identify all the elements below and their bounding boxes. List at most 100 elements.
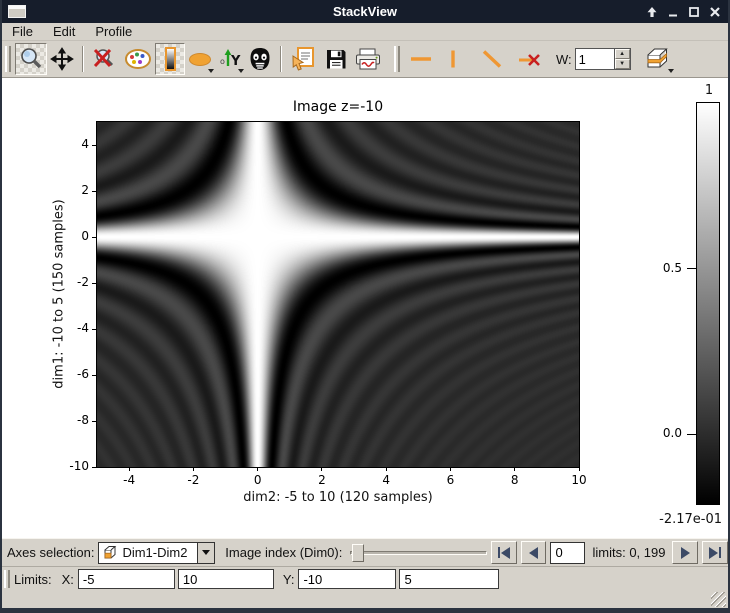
resize-grip[interactable]	[711, 592, 726, 607]
hline-profile-button[interactable]	[404, 43, 438, 75]
zoom-reset-button[interactable]	[89, 43, 121, 75]
maximize-button[interactable]	[687, 5, 701, 19]
last-frame-button[interactable]	[702, 541, 728, 564]
line-cross-icon	[517, 48, 547, 70]
line-profile-button[interactable]	[476, 43, 508, 75]
y-tick	[92, 467, 96, 468]
colormap-button[interactable]	[121, 43, 155, 75]
x-tick-label: 4	[371, 473, 401, 487]
previous-icon	[501, 547, 510, 559]
spin-up-button[interactable]: ▲	[615, 49, 630, 59]
clear-profile-button[interactable]	[514, 43, 550, 75]
toolbar-separator	[82, 46, 84, 72]
menu-edit[interactable]: Edit	[43, 23, 85, 41]
colorbar-toggle-button[interactable]	[155, 43, 185, 75]
x-axis-label: dim2: -5 to 10 (120 samples)	[243, 490, 432, 505]
y-axis-label: dim1: -10 to 5 (150 samples)	[52, 199, 67, 388]
menubar: File Edit Profile	[2, 23, 728, 41]
window-title: StackView	[0, 4, 730, 19]
shade-button[interactable]	[645, 5, 659, 19]
menu-profile[interactable]: Profile	[85, 23, 142, 41]
profile-width-spinbox: ▲ ▼	[575, 48, 631, 70]
image-index-label: Image index (Dim0):	[225, 545, 342, 560]
floppy-save-icon	[324, 47, 348, 71]
copy-button[interactable]	[287, 43, 321, 75]
frame-limits-label: limits: 0, 199	[592, 545, 665, 560]
svg-text:Y: Y	[230, 54, 241, 69]
plot-title: Image z=-10	[293, 99, 383, 115]
colorbar-tick	[687, 268, 696, 269]
x-min-input[interactable]	[78, 569, 175, 589]
ellipse-icon	[189, 53, 211, 66]
spin-down-button[interactable]: ▼	[615, 59, 630, 69]
first-icon	[498, 547, 500, 558]
y-autoscale-button[interactable]: o Y	[215, 43, 245, 75]
volume-slicing-button[interactable]	[639, 43, 675, 75]
x-tick	[514, 467, 515, 471]
x-tick	[321, 467, 322, 471]
up-arrow-icon	[646, 6, 658, 18]
y-tick-label: -10	[62, 459, 89, 473]
vline-profile-button[interactable]	[438, 43, 468, 75]
maximize-icon	[688, 6, 700, 18]
profile-width-label: W:	[556, 52, 572, 67]
previous-icon	[529, 547, 538, 559]
first-frame-button[interactable]	[491, 541, 517, 564]
image-index-slider[interactable]	[350, 542, 487, 564]
pan-arrows-icon	[50, 47, 74, 71]
previous-frame-button[interactable]	[521, 541, 547, 564]
stackview-window: StackView File Edit Profile	[0, 0, 730, 613]
y-min-input[interactable]	[298, 569, 396, 589]
roi-ellipse-button[interactable]	[185, 43, 215, 75]
vertical-line-icon	[442, 48, 464, 70]
x-max-input[interactable]	[178, 569, 274, 589]
cube-icon	[102, 545, 118, 560]
colorbar-min-label: -2.17e-01	[620, 512, 722, 527]
limits-label: Limits:	[14, 572, 52, 587]
x-tick-label: 2	[307, 473, 337, 487]
pan-mode-button[interactable]	[47, 43, 77, 75]
dropdown-arrow-icon	[668, 69, 674, 73]
frame-index-input[interactable]	[550, 542, 585, 564]
mask-tool-button[interactable]	[245, 43, 275, 75]
x-tick-label: 6	[435, 473, 465, 487]
x-tick	[193, 467, 194, 471]
toolbar-grip[interactable]	[5, 46, 11, 72]
zoom-mode-button[interactable]	[15, 43, 47, 75]
colorbar-tick-label: 0.0	[642, 426, 682, 440]
minimize-icon	[667, 6, 679, 18]
print-button[interactable]	[351, 43, 385, 75]
slider-groove[interactable]	[350, 551, 487, 555]
y-max-input[interactable]	[399, 569, 499, 589]
svg-text:o: o	[220, 57, 225, 66]
palette-icon	[124, 47, 152, 71]
y-tick	[92, 283, 96, 284]
save-button[interactable]	[321, 43, 351, 75]
y-tick	[92, 237, 96, 238]
next-frame-button[interactable]	[672, 541, 698, 564]
x-tick	[257, 467, 258, 471]
minimize-button[interactable]	[666, 5, 680, 19]
close-button[interactable]	[708, 5, 722, 19]
axes-selection-toolbar: Axes selection: Dim1-Dim2 Image index (D…	[2, 538, 728, 566]
axes-selection-label: Axes selection:	[7, 545, 94, 560]
combobox-dropdown-button[interactable]	[197, 543, 214, 563]
next-icon	[709, 547, 718, 559]
slider-handle[interactable]	[352, 544, 364, 562]
titlebar[interactable]: StackView	[0, 0, 730, 23]
main-toolbar: o Y	[2, 41, 728, 78]
heatmap-image[interactable]	[96, 121, 580, 468]
y-tick	[92, 191, 96, 192]
x-limits-label: X:	[62, 572, 74, 587]
horizontal-line-icon	[407, 48, 435, 70]
axes-selection-combobox[interactable]: Dim1-Dim2	[98, 542, 215, 564]
status-area	[2, 591, 728, 608]
y-tick-label: 4	[62, 137, 89, 151]
dropdown-arrow-icon	[208, 69, 214, 73]
toolbar-grip[interactable]	[394, 46, 400, 72]
menu-file[interactable]: File	[2, 23, 43, 41]
toolbar-grip[interactable]	[4, 570, 10, 588]
profile-width-input[interactable]	[576, 49, 614, 69]
y-tick-label: -2	[62, 275, 89, 289]
dropdown-arrow-icon	[238, 69, 244, 73]
